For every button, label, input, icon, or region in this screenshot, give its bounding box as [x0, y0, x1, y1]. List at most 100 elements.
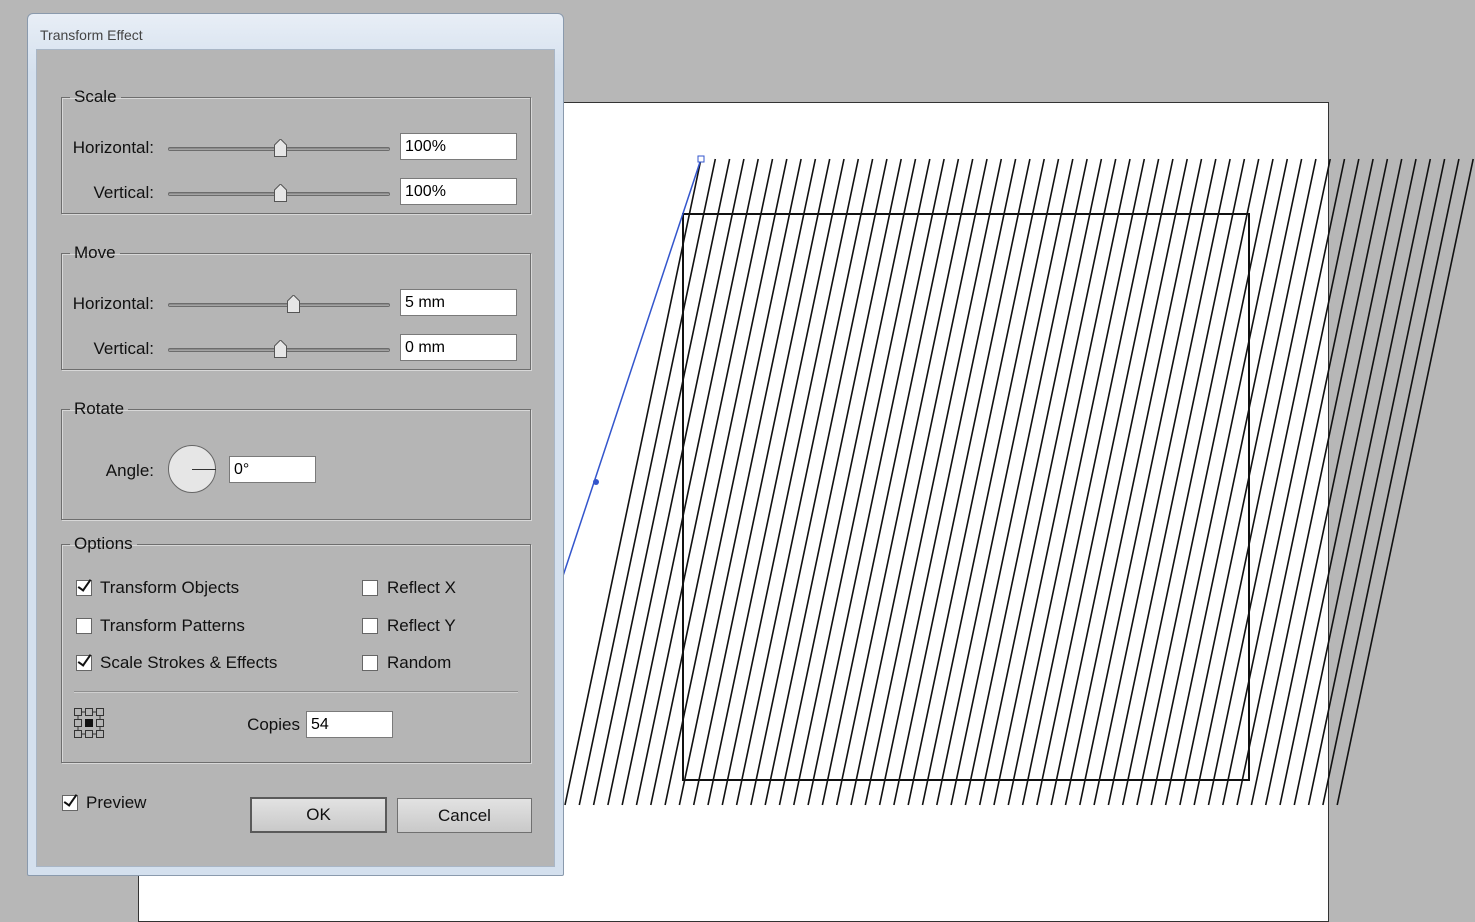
hatch-line — [1050, 158, 1188, 806]
anchor-point-mid — [593, 479, 599, 485]
hatch-line — [1007, 158, 1146, 806]
scale-strokes-checkbox[interactable] — [76, 655, 92, 671]
dialog-body: Scale Horizontal: Vertical: Move Horizon… — [36, 49, 555, 867]
hatch-line — [950, 158, 1088, 806]
move-horizontal-input[interactable] — [400, 289, 517, 316]
preview-checkbox[interactable] — [62, 795, 78, 811]
hatch-line — [921, 158, 1060, 806]
hatch-line — [964, 158, 1103, 806]
hatch-line — [564, 158, 702, 806]
hatch-line — [1293, 158, 1432, 806]
hatch-line — [793, 158, 931, 806]
options-divider — [74, 691, 518, 692]
hatch-line — [1336, 158, 1474, 806]
copies-label: Copies — [247, 715, 300, 734]
slider-thumb[interactable] — [274, 139, 287, 157]
reflect-x-checkbox[interactable] — [362, 580, 378, 596]
hatch-line — [1179, 158, 1317, 806]
options-group: Options Transform Objects Transform Patt… — [61, 534, 531, 763]
scale-strokes-label: Scale Strokes & Effects — [100, 653, 278, 672]
hatch-line — [635, 158, 774, 806]
reference-point-grid-icon[interactable] — [74, 708, 104, 738]
hatch-line — [821, 158, 960, 806]
hatch-line — [1093, 158, 1231, 806]
anchor-point-top — [697, 155, 705, 163]
hatch-line — [1136, 158, 1274, 806]
hatch-line — [907, 158, 1045, 806]
reflect-y-checkbox[interactable] — [362, 618, 378, 634]
hatch-line — [993, 158, 1131, 806]
hatch-line — [707, 158, 845, 806]
slider-thumb[interactable] — [274, 340, 287, 358]
scale-horizontal-input[interactable] — [400, 133, 517, 160]
hatch-line — [607, 158, 745, 806]
hatch-line — [1021, 158, 1160, 806]
hatch-line — [1279, 158, 1417, 806]
rotate-angle-label: Angle: — [105, 461, 154, 480]
hatch-lines — [564, 158, 1474, 806]
scale-vertical-slider[interactable] — [168, 184, 390, 202]
hatch-line — [592, 158, 731, 806]
random-label: Random — [387, 653, 452, 672]
rotate-group-title: Rotate — [74, 399, 125, 418]
hatch-line — [850, 158, 988, 806]
hatch-line — [878, 158, 1017, 806]
hatch-line — [1064, 158, 1203, 806]
rotate-angle-input[interactable] — [229, 456, 316, 483]
preview-label: Preview — [86, 793, 147, 812]
hatch-line — [578, 158, 717, 806]
hatch-line — [1264, 158, 1403, 806]
hatch-line — [1250, 158, 1389, 806]
slider-thumb[interactable] — [274, 184, 287, 202]
hatch-line — [864, 158, 1003, 806]
hatch-line — [893, 158, 1031, 806]
slider-thumb[interactable] — [287, 295, 300, 313]
scale-horizontal-slider[interactable] — [168, 139, 390, 157]
transform-objects-checkbox[interactable] — [76, 580, 92, 596]
move-vertical-slider[interactable] — [168, 340, 390, 358]
scale-group-title: Scale — [74, 87, 117, 106]
artwork-rectangle — [682, 213, 1250, 781]
scale-group: Scale Horizontal: Vertical: — [61, 87, 531, 214]
hatch-line — [1150, 158, 1289, 806]
move-vertical-label: Vertical: — [93, 339, 154, 358]
hatch-line — [936, 158, 1074, 806]
hatch-line — [764, 158, 902, 806]
transform-patterns-checkbox[interactable] — [76, 618, 92, 634]
rotate-angle-dial[interactable] — [168, 445, 216, 493]
move-horizontal-slider[interactable] — [168, 295, 390, 313]
hatch-line — [721, 158, 860, 806]
hatch-line — [678, 158, 817, 806]
dial-hand — [192, 469, 216, 470]
copies-input[interactable] — [306, 711, 393, 738]
hatch-line — [1222, 158, 1360, 806]
hatch-line — [650, 158, 788, 806]
hatch-line — [664, 158, 802, 806]
move-vertical-input[interactable] — [400, 334, 517, 361]
scale-vertical-input[interactable] — [400, 178, 517, 205]
scale-horizontal-label: Horizontal: — [72, 138, 154, 157]
rotate-group: Rotate Angle: — [61, 399, 531, 520]
hatch-line — [1079, 158, 1217, 806]
cancel-button[interactable]: Cancel — [397, 798, 532, 833]
reflect-y-label: Reflect Y — [387, 616, 456, 635]
transform-effect-dialog: Transform Effect Scale Horizontal: Verti… — [27, 13, 564, 876]
hatch-line — [1121, 158, 1260, 806]
hatch-line — [978, 158, 1117, 806]
ok-button[interactable]: OK — [250, 797, 387, 833]
hatch-line — [692, 158, 831, 806]
move-horizontal-label: Horizontal: — [72, 294, 154, 313]
scale-vertical-label: Vertical: — [93, 183, 154, 202]
move-group-title: Move — [74, 243, 116, 262]
dialog-title: Transform Effect — [40, 27, 143, 43]
hatch-line — [778, 158, 917, 806]
random-checkbox[interactable] — [362, 655, 378, 671]
hatch-line — [1236, 158, 1374, 806]
selection-path — [559, 158, 702, 586]
options-group-title: Options — [74, 534, 133, 553]
hatch-line — [1107, 158, 1246, 806]
hatch-line — [1036, 158, 1174, 806]
reflect-x-label: Reflect X — [387, 578, 456, 597]
hatch-line — [807, 158, 945, 806]
hatch-line — [1164, 158, 1303, 806]
